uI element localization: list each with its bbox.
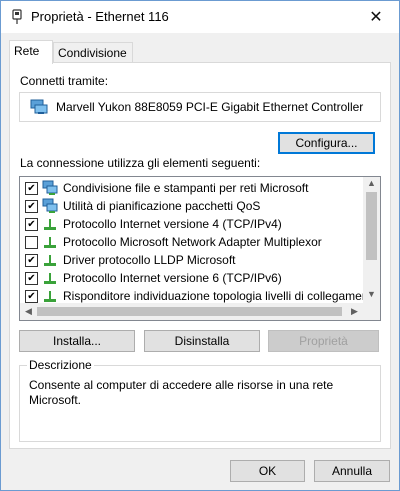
uninstall-button[interactable]: Disinstalla bbox=[144, 330, 260, 352]
configure-button-label: Configura... bbox=[295, 136, 358, 150]
dialog-client-area: Rete Condivisione Connetti tramite: Marv… bbox=[1, 33, 399, 490]
item-label: Driver protocollo LLDP Microsoft bbox=[63, 253, 236, 267]
item-checkbox[interactable]: ✔ bbox=[25, 182, 38, 195]
ok-button[interactable]: OK bbox=[230, 460, 305, 482]
list-item[interactable]: ✔ Driver protocollo LLDP Microsoft bbox=[20, 251, 360, 269]
adapter-field: Marvell Yukon 88E8059 PCI-E Gigabit Ethe… bbox=[19, 92, 381, 122]
protocol-icon bbox=[44, 237, 56, 248]
vertical-scroll-thumb[interactable] bbox=[366, 192, 377, 260]
item-checkbox[interactable]: ✔ bbox=[25, 254, 38, 267]
tab-rete[interactable]: Rete bbox=[9, 40, 53, 64]
components-label: La connessione utilizza gli elementi seg… bbox=[20, 156, 261, 170]
properties-button-label: Proprietà bbox=[299, 334, 348, 348]
adapter-name: Marvell Yukon 88E8059 PCI-E Gigabit Ethe… bbox=[56, 100, 364, 114]
item-checkbox[interactable]: ✔ bbox=[25, 218, 38, 231]
title-bar: Proprietà - Ethernet 116 ✕ bbox=[1, 1, 399, 33]
components-list[interactable]: ✔ Condivisione file e stampanti per reti… bbox=[19, 176, 381, 321]
description-text: Consente al computer di accedere alle ri… bbox=[29, 378, 334, 407]
item-checkbox[interactable]: ✔ bbox=[25, 272, 38, 285]
network-service-icon bbox=[42, 180, 58, 195]
scroll-right-icon[interactable]: ▶ bbox=[346, 306, 363, 317]
description-title: Descrizione bbox=[27, 358, 94, 372]
item-label: Risponditore individuazione topologia li… bbox=[63, 289, 379, 303]
ok-button-label: OK bbox=[258, 464, 277, 478]
scroll-up-icon[interactable]: ▲ bbox=[363, 178, 380, 188]
connect-using-label: Connetti tramite: bbox=[20, 74, 109, 88]
network-service-icon bbox=[42, 198, 58, 213]
properties-dialog: Proprietà - Ethernet 116 ✕ Rete Condivis… bbox=[0, 0, 400, 491]
scrollbar-corner bbox=[363, 303, 380, 320]
tab-condivisione[interactable]: Condivisione bbox=[53, 42, 133, 63]
item-checkbox[interactable]: ✔ bbox=[25, 200, 38, 213]
scroll-down-icon[interactable]: ▼ bbox=[363, 289, 380, 299]
item-label: Utilità di pianificazione pacchetti QoS bbox=[63, 199, 261, 213]
scroll-left-icon[interactable]: ◀ bbox=[20, 306, 37, 317]
install-button[interactable]: Installa... bbox=[19, 330, 135, 352]
window-title: Proprietà - Ethernet 116 bbox=[31, 9, 169, 24]
item-label: Protocollo Internet versione 4 (TCP/IPv4… bbox=[63, 217, 282, 231]
horizontal-scrollbar[interactable]: ◀ ▶ bbox=[20, 303, 363, 320]
protocol-icon bbox=[44, 219, 56, 230]
close-icon: ✕ bbox=[369, 9, 383, 26]
item-checkbox[interactable]: ✔ bbox=[25, 290, 38, 303]
item-label: Protocollo Internet versione 6 (TCP/IPv6… bbox=[63, 271, 282, 285]
vertical-scrollbar[interactable]: ▲ ▼ bbox=[363, 177, 380, 303]
list-item[interactable]: ✔ Utilità di pianificazione pacchetti Qo… bbox=[20, 197, 360, 215]
list-item[interactable]: ✔ Condivisione file e stampanti per reti… bbox=[20, 179, 360, 197]
item-checkbox[interactable] bbox=[25, 236, 38, 249]
description-group: Descrizione Consente al computer di acce… bbox=[19, 358, 381, 442]
close-button[interactable]: ✕ bbox=[353, 1, 399, 33]
protocol-icon bbox=[44, 273, 56, 284]
item-label: Protocollo Microsoft Network Adapter Mul… bbox=[63, 235, 322, 249]
list-item[interactable]: Protocollo Microsoft Network Adapter Mul… bbox=[20, 233, 360, 251]
configure-button[interactable]: Configura... bbox=[278, 132, 375, 154]
cancel-button[interactable]: Annulla bbox=[314, 460, 390, 482]
list-item[interactable]: ✔ Protocollo Internet versione 6 (TCP/IP… bbox=[20, 269, 360, 287]
network-connection-icon bbox=[12, 9, 22, 24]
horizontal-scroll-thumb[interactable] bbox=[37, 307, 342, 316]
install-button-label: Installa... bbox=[52, 334, 102, 348]
network-adapter-icon bbox=[30, 99, 48, 114]
properties-button[interactable]: Proprietà bbox=[268, 330, 379, 352]
list-item[interactable]: ✔ Protocollo Internet versione 4 (TCP/IP… bbox=[20, 215, 360, 233]
cancel-button-label: Annulla bbox=[331, 464, 373, 478]
protocol-icon bbox=[44, 255, 56, 266]
item-label: Condivisione file e stampanti per reti M… bbox=[63, 181, 309, 195]
uninstall-button-label: Disinstalla bbox=[174, 334, 230, 348]
protocol-icon bbox=[44, 291, 56, 302]
